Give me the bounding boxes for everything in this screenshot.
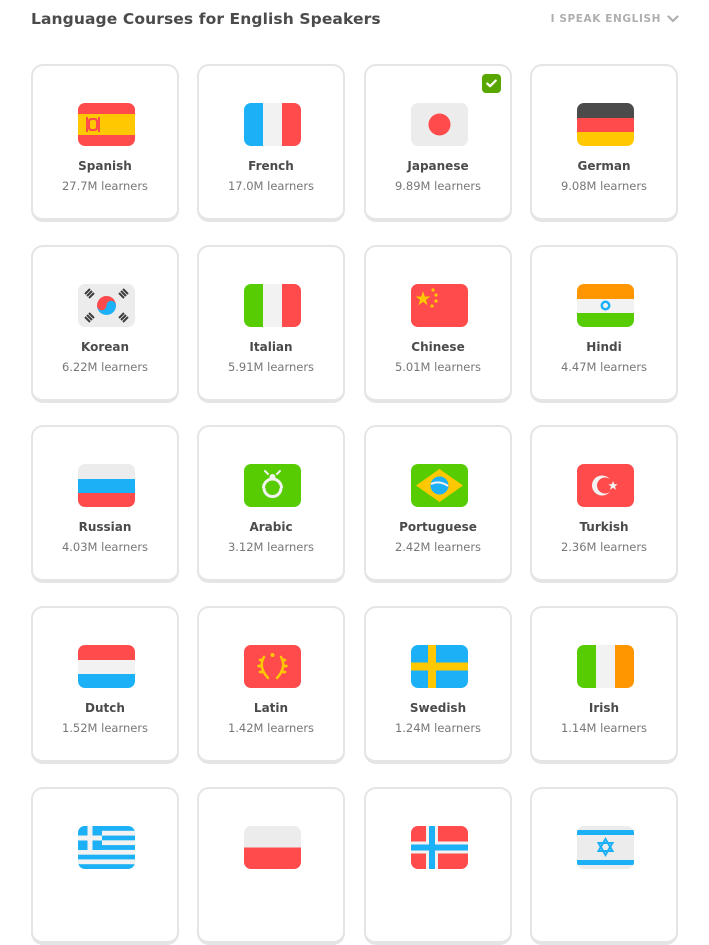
course-learners: 2.42M learners (394, 540, 482, 554)
course-learners: 3.12M learners (227, 540, 315, 554)
course-card-hindi[interactable]: Hindi 4.47M learners (530, 245, 678, 403)
course-card-arabic[interactable]: Arabic 3.12M learners (197, 425, 345, 583)
course-learners: 1.14M learners (560, 721, 648, 735)
greece-flag-icon (78, 826, 135, 869)
course-name: Hindi (586, 340, 622, 354)
selected-check-icon (482, 74, 501, 93)
course-name: Latin (253, 701, 289, 715)
course-name: Korean (80, 340, 130, 354)
course-name: Japanese (407, 159, 469, 173)
arabic-flag-icon (244, 464, 301, 507)
course-card-norwegian[interactable] (364, 787, 512, 945)
italy-flag-icon (244, 284, 301, 327)
course-learners: 27.7M learners (61, 179, 149, 193)
course-card-french[interactable]: French 17.0M learners (197, 64, 345, 222)
course-learners: 4.03M learners (61, 540, 149, 554)
course-learners: 5.01M learners (394, 360, 482, 374)
course-name: Italian (249, 340, 293, 354)
course-name: Dutch (85, 701, 125, 715)
china-flag-icon (411, 284, 468, 327)
brazil-flag-icon (411, 464, 468, 507)
course-learners: 9.89M learners (394, 179, 482, 193)
course-learners: 17.0M learners (227, 179, 315, 193)
course-name: Chinese (411, 340, 465, 354)
course-card-dutch[interactable]: Dutch 1.52M learners (31, 606, 179, 764)
course-name: Irish (588, 701, 620, 715)
course-name: Russian (78, 520, 132, 534)
course-learners: 9.08M learners (560, 179, 648, 193)
course-card-japanese[interactable]: Japanese 9.89M learners (364, 64, 512, 222)
course-name: French (248, 159, 294, 173)
course-card-greek[interactable] (31, 787, 179, 945)
chevron-down-icon (667, 15, 679, 23)
course-card-hebrew[interactable] (530, 787, 678, 945)
course-card-swedish[interactable]: Swedish 1.24M learners (364, 606, 512, 764)
course-card-turkish[interactable]: Turkish 2.36M learners (530, 425, 678, 583)
course-learners: 5.91M learners (227, 360, 315, 374)
poland-flag-icon (244, 826, 301, 869)
i-speak-english-dropdown[interactable]: I SPEAK ENGLISH (551, 13, 679, 25)
israel-flag-icon (577, 826, 634, 869)
course-name: Spanish (78, 159, 132, 173)
course-name: Arabic (249, 520, 293, 534)
course-name: Turkish (579, 520, 629, 534)
course-card-latin[interactable]: Latin 1.42M learners (197, 606, 345, 764)
germany-flag-icon (577, 103, 634, 146)
course-name: Portuguese (399, 520, 477, 534)
course-card-korean[interactable]: Korean 6.22M learners (31, 245, 179, 403)
course-learners: 2.36M learners (560, 540, 648, 554)
course-card-chinese[interactable]: Chinese 5.01M learners (364, 245, 512, 403)
latin-flag-icon (244, 645, 301, 688)
course-learners: 1.42M learners (227, 721, 315, 735)
course-card-italian[interactable]: Italian 5.91M learners (197, 245, 345, 403)
korea-flag-icon (78, 284, 135, 327)
i-speak-english-label: I SPEAK ENGLISH (550, 13, 661, 25)
turkey-flag-icon (577, 464, 634, 507)
japan-flag-icon (411, 103, 468, 146)
course-learners: 1.52M learners (61, 721, 149, 735)
course-card-portuguese[interactable]: Portuguese 2.42M learners (364, 425, 512, 583)
page-title: Language Courses for English Speakers (31, 10, 381, 28)
norway-flag-icon (411, 826, 468, 869)
course-name: German (577, 159, 631, 173)
sweden-flag-icon (411, 645, 468, 688)
course-learners: 4.47M learners (560, 360, 648, 374)
russia-flag-icon (78, 464, 135, 507)
netherlands-flag-icon (78, 645, 135, 688)
course-card-polish[interactable] (197, 787, 345, 945)
india-flag-icon (577, 284, 634, 327)
course-card-russian[interactable]: Russian 4.03M learners (31, 425, 179, 583)
ireland-flag-icon (577, 645, 634, 688)
course-name: Swedish (409, 701, 467, 715)
course-card-irish[interactable]: Irish 1.14M learners (530, 606, 678, 764)
spain-flag-icon (78, 103, 135, 146)
course-card-german[interactable]: German 9.08M learners (530, 64, 678, 222)
course-learners: 6.22M learners (61, 360, 149, 374)
course-card-spanish[interactable]: Spanish 27.7M learners (31, 64, 179, 222)
course-learners: 1.24M learners (394, 721, 482, 735)
france-flag-icon (244, 103, 301, 146)
